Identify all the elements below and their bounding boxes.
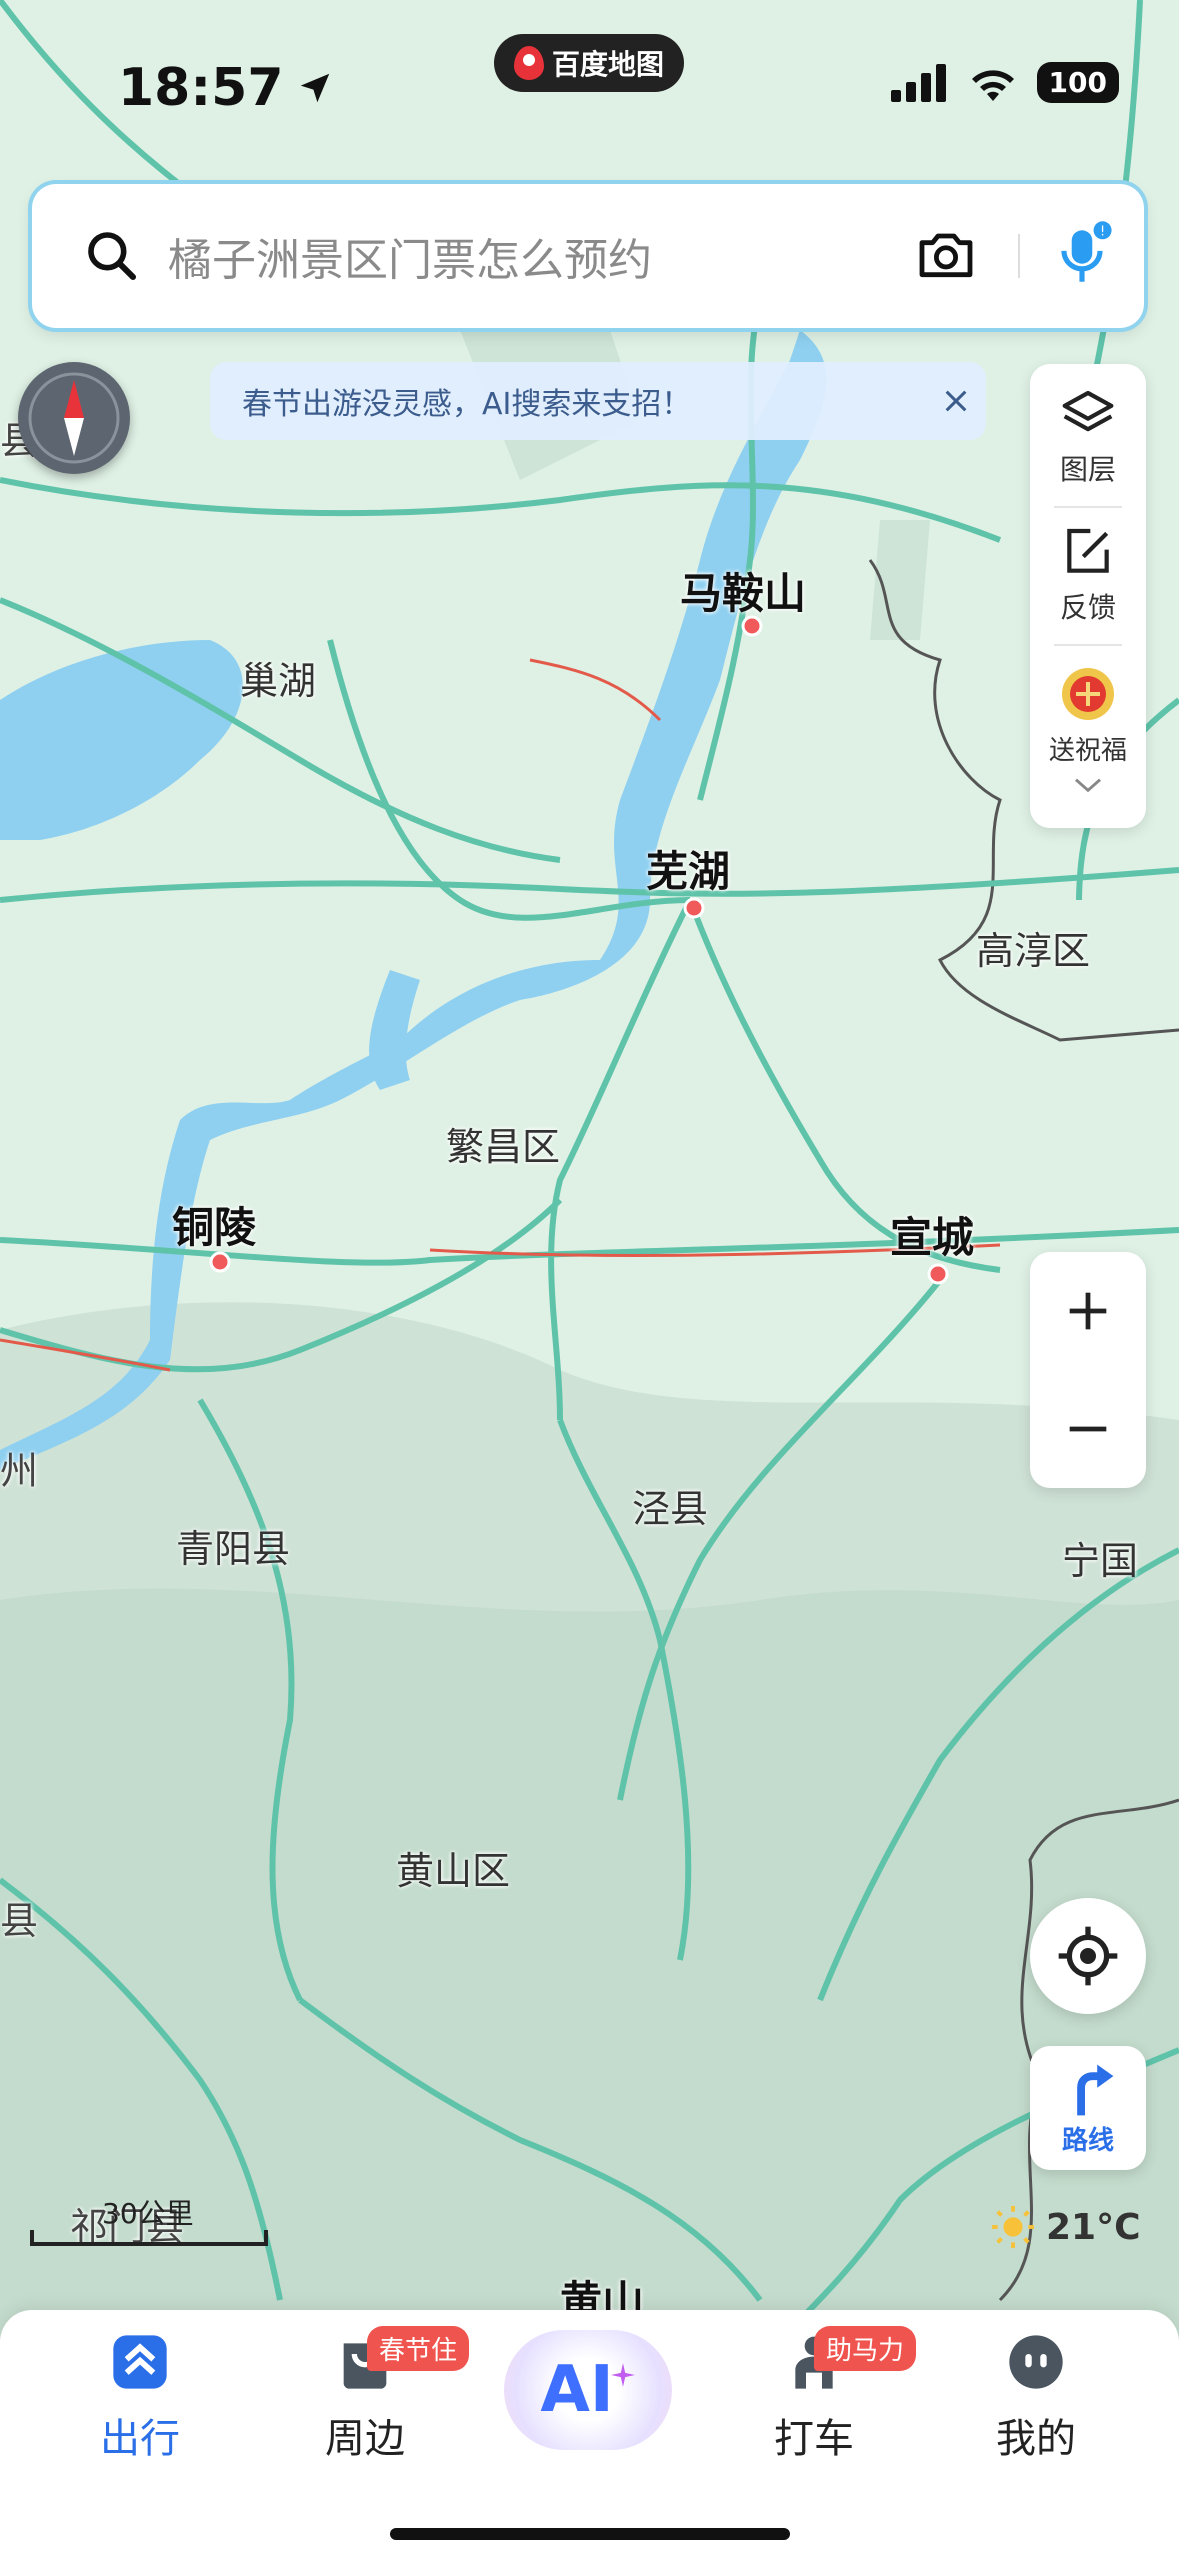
feedback-button[interactable]: 反馈 xyxy=(1030,524,1146,626)
map-scale: 30公里 xyxy=(30,2192,270,2246)
layers-label: 图层 xyxy=(1059,453,1116,486)
nav-label-nearby: 周边 xyxy=(325,2416,405,2462)
map-label-fanchang[interactable]: 繁昌区 xyxy=(446,1116,560,1171)
tip-text: 春节出游没灵感，AI搜索来支招！ xyxy=(242,387,692,422)
wifi-icon xyxy=(971,69,1014,101)
map-label-tongling[interactable]: 铜陵 xyxy=(172,1194,256,1255)
nav-tab-mine[interactable]: 我的 xyxy=(956,2330,1116,2464)
feedback-edit-icon xyxy=(1067,528,1109,573)
scale-bar xyxy=(30,2230,268,2246)
blessing-promo-icon xyxy=(1062,668,1114,720)
nav-label-taxi: 打车 xyxy=(774,2416,854,2462)
nav-tab-nearby[interactable]: 春节住 周边 xyxy=(285,2326,470,2464)
compass-icon xyxy=(28,372,120,464)
close-icon xyxy=(945,390,967,412)
nav-label-travel: 出行 xyxy=(100,2416,180,2462)
sparkle-icon xyxy=(610,2363,635,2387)
search-placeholder[interactable]: 橘子洲景区门票怎么预约 xyxy=(168,224,914,288)
nav-tab-travel[interactable]: 出行 xyxy=(60,2330,220,2464)
battery-indicator: 100 xyxy=(1036,62,1119,103)
compass-button[interactable] xyxy=(18,362,130,474)
horse-power-badge: 助马力 xyxy=(814,2326,917,2371)
baidu-map-logo-icon xyxy=(513,46,544,80)
layers-button[interactable]: 图层 xyxy=(1030,386,1146,488)
profile-face-icon xyxy=(1009,2335,1063,2389)
location-arrow-icon xyxy=(300,73,329,103)
temperature-text: 21°C xyxy=(1046,2206,1141,2248)
scale-label: 30公里 xyxy=(102,2197,194,2230)
status-time: 18:57 xyxy=(118,58,334,118)
zoom-controls xyxy=(1030,1252,1146,1488)
divider xyxy=(1054,506,1122,508)
map-label-huangshan-district[interactable]: 黄山区 xyxy=(396,1840,510,1895)
microphone-icon[interactable]: ! xyxy=(1050,220,1114,292)
app-name: 百度地图 xyxy=(551,48,664,81)
map-label-edge: 州 xyxy=(0,1449,39,1493)
route-label: 路线 xyxy=(1061,2125,1114,2156)
weather-widget[interactable]: 21°C xyxy=(990,2204,1141,2250)
chevron-down-icon[interactable] xyxy=(1072,775,1104,795)
map-label-wuhu[interactable]: 芜湖 xyxy=(646,838,730,899)
plus-icon xyxy=(1069,1292,1107,1330)
map-label-edge: 县 xyxy=(0,1899,39,1943)
ai-assistant-button[interactable]: AI xyxy=(504,2330,672,2450)
nav-label-mine: 我的 xyxy=(996,2416,1076,2462)
home-indicator xyxy=(390,2528,790,2540)
travel-icon xyxy=(113,2335,167,2389)
sun-icon xyxy=(991,2205,1035,2249)
map-label-jingxian[interactable]: 泾县 xyxy=(632,1478,708,1533)
divider xyxy=(1054,644,1122,646)
map-label-qingyang[interactable]: 青阳县 xyxy=(176,1518,290,1573)
clock-text: 18:57 xyxy=(118,58,284,118)
cellular-signal-icon xyxy=(890,63,946,102)
terrain-area xyxy=(870,520,930,640)
map-label-chaohu[interactable]: 巢湖 xyxy=(240,650,316,705)
promo-blessing-button[interactable]: 送祝福 xyxy=(1030,664,1146,795)
promo-label: 送祝福 xyxy=(1048,736,1127,766)
system-status-icons: 100 xyxy=(890,62,1119,103)
svg-text:!: ! xyxy=(1100,224,1105,239)
nav-tab-taxi[interactable]: 助马力 打车 xyxy=(734,2326,917,2464)
search-divider xyxy=(1018,234,1020,278)
map-label-ningguo[interactable]: 宁国 xyxy=(1062,1530,1138,1585)
app-indicator-pill[interactable]: 百度地图 xyxy=(494,34,684,92)
search-icon xyxy=(88,232,137,281)
ai-label: AI xyxy=(540,2353,614,2427)
map-label-gaochun[interactable]: 高淳区 xyxy=(976,920,1090,975)
ai-tip-banner[interactable]: 春节出游没灵感，AI搜索来支招！ xyxy=(210,362,986,440)
map-tool-panel: 图层 反馈 送祝福 xyxy=(1030,364,1146,828)
feedback-label: 反馈 xyxy=(1059,591,1116,624)
route-arrow-icon xyxy=(1077,2064,1114,2115)
locate-crosshair-icon xyxy=(1058,1926,1118,1986)
spring-festival-badge: 春节住 xyxy=(367,2326,470,2371)
zoom-out-button[interactable] xyxy=(1030,1370,1146,1488)
search-bar[interactable]: 橘子洲景区门票怎么预约 ! xyxy=(32,184,1144,328)
minus-icon xyxy=(1069,1426,1107,1432)
tip-close-button[interactable] xyxy=(926,371,986,431)
camera-icon[interactable] xyxy=(914,224,978,288)
map-label-xuancheng[interactable]: 宣城 xyxy=(890,1204,974,1265)
route-button[interactable]: 路线 xyxy=(1030,2046,1146,2170)
layers-icon xyxy=(1062,390,1114,432)
zoom-in-button[interactable] xyxy=(1030,1252,1146,1370)
map-label-maanshan[interactable]: 马鞍山 xyxy=(680,560,806,621)
locate-me-button[interactable] xyxy=(1030,1898,1146,2014)
